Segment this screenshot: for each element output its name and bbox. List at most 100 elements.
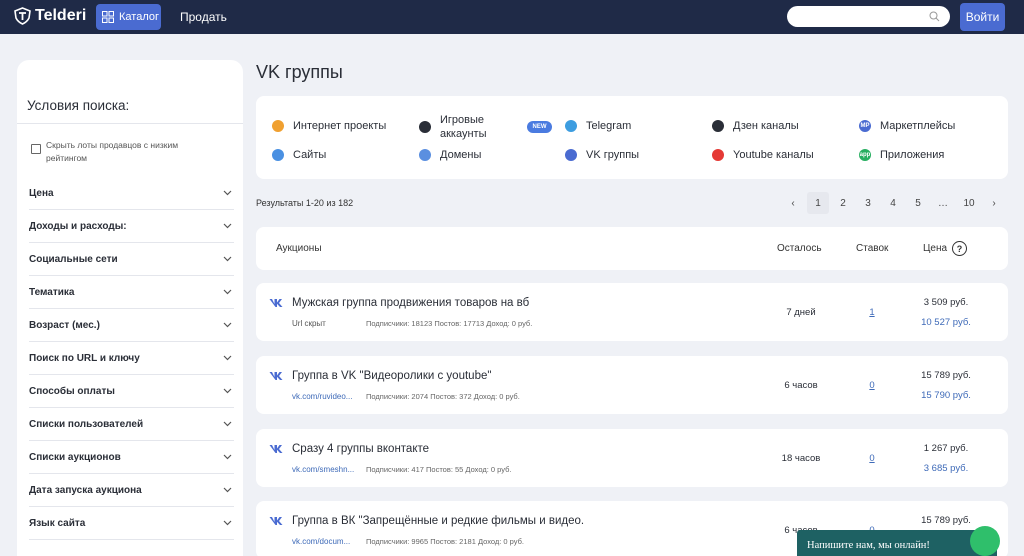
category-dzen[interactable]: Дзен каналы xyxy=(712,120,799,132)
telegram-icon xyxy=(565,120,577,132)
filter-1[interactable]: Доходы и расходы: xyxy=(29,210,234,243)
time-left: 6 часов xyxy=(784,380,818,391)
page-5[interactable]: 5 xyxy=(907,192,929,214)
chevron-down-icon xyxy=(223,487,232,493)
chat-widget[interactable]: Напишите нам, мы онлайн! xyxy=(797,530,997,556)
auction-title[interactable]: Группа в VK "Видеоролики с youtube" xyxy=(292,370,491,382)
search-icon[interactable] xyxy=(929,11,940,22)
auction-row[interactable]: Сразу 4 группы вконтакте vk.com/smeshn...… xyxy=(256,429,1008,487)
category-globe[interactable]: Сайты xyxy=(272,149,326,161)
catalog-label: Каталог xyxy=(119,11,159,23)
time-left: 18 часов xyxy=(781,453,821,464)
auction-url[interactable]: vk.com/smeshn... xyxy=(292,465,354,474)
filter-8[interactable]: Списки аукционов xyxy=(29,441,234,474)
filter-3[interactable]: Тематика xyxy=(29,276,234,309)
current-price: 15 789 руб. xyxy=(921,370,971,381)
logo-text: Telderi xyxy=(35,7,87,24)
chevron-down-icon xyxy=(223,454,232,460)
filter-label: Доходы и расходы: xyxy=(29,220,127,232)
vk-icon xyxy=(269,372,283,380)
filter-9[interactable]: Дата запуска аукциона xyxy=(29,474,234,507)
auction-url[interactable]: vk.com/ruvideo... xyxy=(292,392,352,401)
filter-10[interactable]: Язык сайта xyxy=(29,507,234,540)
auction-row[interactable]: Группа в VK "Видеоролики с youtube" vk.co… xyxy=(256,356,1008,414)
logo[interactable]: Telderi xyxy=(14,7,86,25)
auction-stats: Подписчики: 9965 Постов: 2181 Доход: 0 р… xyxy=(366,537,524,546)
next-page-button[interactable]: › xyxy=(983,192,1005,214)
category-telegram[interactable]: Telegram xyxy=(565,120,631,132)
chevron-down-icon xyxy=(223,223,232,229)
filter-label: Социальные сети xyxy=(29,253,118,265)
category-marketplace[interactable]: MP Маркетплейсы xyxy=(859,120,955,132)
auction-title[interactable]: Группа в ВК "Запрещённые и редкие фильмы… xyxy=(292,515,584,527)
page-1[interactable]: 1 xyxy=(807,192,829,214)
category-label: Игровые аккаунты xyxy=(440,114,487,140)
page-4[interactable]: 4 xyxy=(882,192,904,214)
category-internet-projects[interactable]: Интернет проекты xyxy=(272,120,386,132)
help-icon[interactable]: ? xyxy=(952,241,967,256)
page-title: VK группы xyxy=(256,62,343,82)
category-domain-globe[interactable]: Домены xyxy=(419,149,481,161)
filter-label: Дата запуска аукциона xyxy=(29,484,142,496)
search-input[interactable] xyxy=(787,6,950,27)
filter-2[interactable]: Социальные сети xyxy=(29,243,234,276)
buyout-price[interactable]: 10 527 руб. xyxy=(896,317,996,328)
bids-count[interactable]: 0 xyxy=(862,380,882,391)
filter-label: Язык сайта xyxy=(29,517,86,529)
category-apps[interactable]: app Приложения xyxy=(859,149,944,161)
filter-6[interactable]: Способы оплаты xyxy=(29,375,234,408)
category-vk[interactable]: VK группы xyxy=(565,149,639,161)
col-bids[interactable]: Ставок xyxy=(856,243,888,254)
chevron-down-icon xyxy=(223,421,232,427)
prev-page-button[interactable]: ‹ xyxy=(782,192,804,214)
filter-label: Тематика xyxy=(29,286,75,298)
internet-projects-icon xyxy=(272,120,284,132)
globe-icon xyxy=(272,149,284,161)
filter-label: Способы оплаты xyxy=(29,385,115,397)
filter-5[interactable]: Поиск по URL и ключу xyxy=(29,342,234,375)
filter-label: Списки аукционов xyxy=(29,451,121,463)
filter-0[interactable]: Цена xyxy=(29,177,234,210)
bids-count[interactable]: 0 xyxy=(862,453,882,464)
youtube-icon xyxy=(712,149,724,161)
login-button[interactable]: Войти xyxy=(960,3,1005,31)
current-price: 3 509 руб. xyxy=(923,297,969,308)
auction-stats: Подписчики: 2074 Постов: 372 Доход: 0 ру… xyxy=(366,392,520,401)
page-3[interactable]: 3 xyxy=(857,192,879,214)
auction-title[interactable]: Сразу 4 группы вконтакте xyxy=(292,443,429,455)
chevron-down-icon xyxy=(223,355,232,361)
dzen-icon xyxy=(712,120,724,132)
auction-url[interactable]: vk.com/docum... xyxy=(292,537,350,546)
hide-low-rating-checkbox[interactable] xyxy=(31,144,41,154)
auction-title[interactable]: Мужская группа продвижения товаров на вб xyxy=(292,297,529,309)
col-price[interactable]: Цена xyxy=(923,243,947,254)
new-badge: NEW xyxy=(527,121,552,133)
col-time-left[interactable]: Осталось xyxy=(777,243,822,254)
category-gamepad[interactable]: Игровые аккаунты xyxy=(419,113,509,141)
category-label: Youtube каналы xyxy=(733,149,814,161)
grid-icon xyxy=(102,11,114,23)
vk-icon xyxy=(565,149,577,161)
chevron-down-icon xyxy=(223,289,232,295)
filter-7[interactable]: Списки пользователей xyxy=(29,408,234,441)
auction-url: Url скрыт xyxy=(292,319,326,328)
buyout-price[interactable]: 15 790 руб. xyxy=(896,390,996,401)
apps-icon: app xyxy=(859,149,871,161)
sell-link[interactable]: Продать xyxy=(180,10,227,24)
category-label: VK группы xyxy=(586,149,640,161)
catalog-button[interactable]: Каталог xyxy=(96,4,161,30)
hide-low-rating-label[interactable]: Скрыть лоты продавцов с низким рейтингом xyxy=(46,139,206,165)
page-2[interactable]: 2 xyxy=(832,192,854,214)
category-youtube[interactable]: Youtube каналы xyxy=(712,149,814,161)
filter-4[interactable]: Возраст (мес.) xyxy=(29,309,234,342)
filter-label: Списки пользователей xyxy=(29,418,144,430)
bids-count[interactable]: 1 xyxy=(862,307,882,318)
auction-stats: Подписчики: 18123 Постов: 17713 Доход: 0… xyxy=(366,319,533,328)
search-filters-sidebar: Условия поиска: Скрыть лоты продавцов с … xyxy=(17,60,243,556)
chevron-down-icon xyxy=(223,388,232,394)
auction-row[interactable]: Мужская группа продвижения товаров на вб… xyxy=(256,283,1008,341)
sidebar-title: Условия поиска: xyxy=(27,98,130,113)
buyout-price[interactable]: 3 685 руб. xyxy=(896,463,996,474)
page-7[interactable]: 10 xyxy=(958,192,980,214)
category-panel xyxy=(256,96,1008,179)
